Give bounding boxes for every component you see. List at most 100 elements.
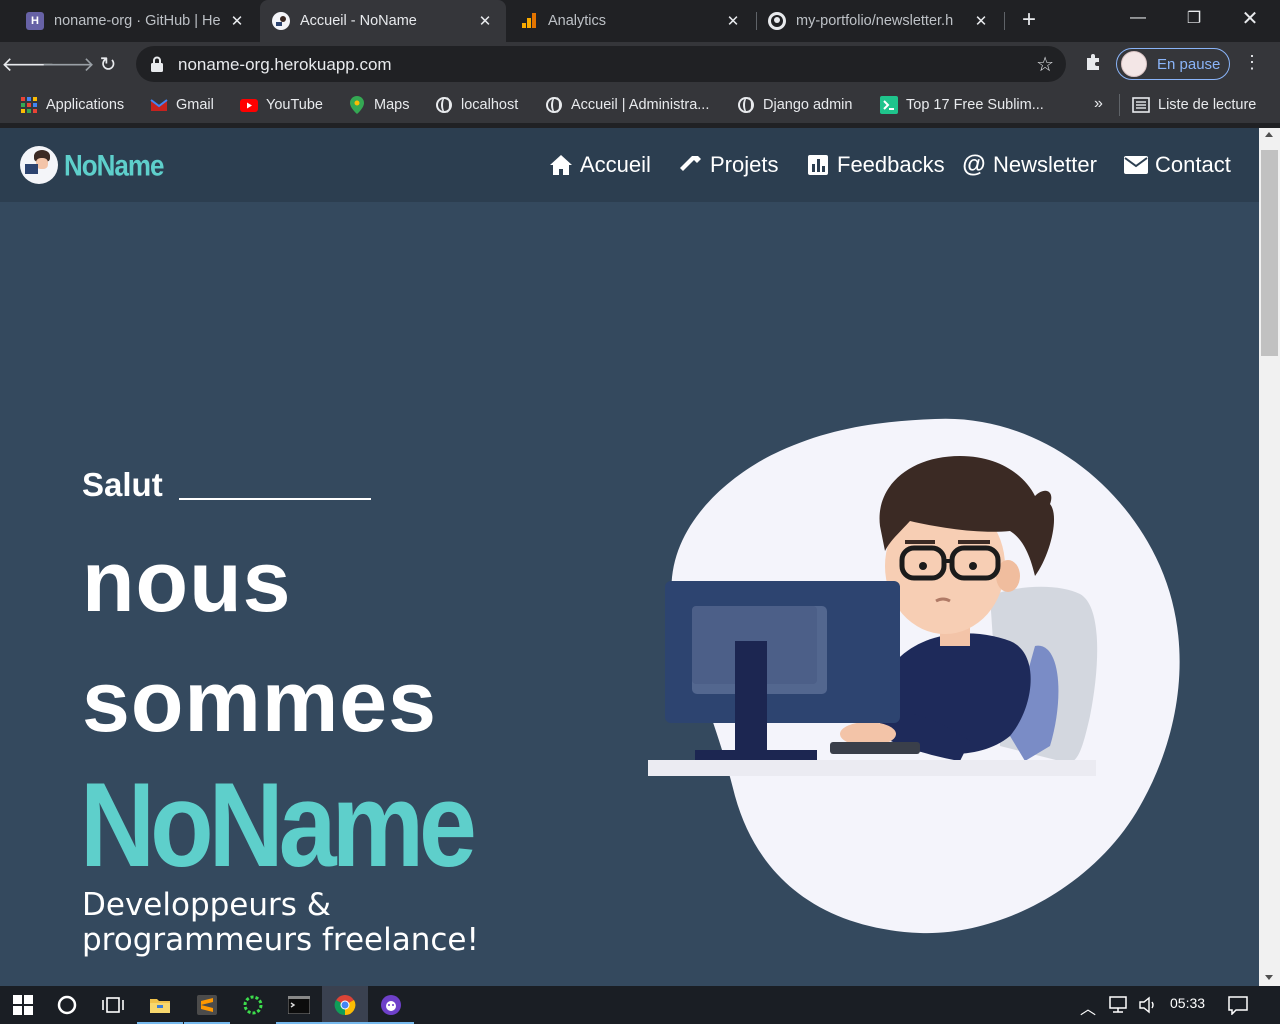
scroll-up-arrow-icon[interactable]	[1265, 132, 1273, 137]
nav-accueil[interactable]: Accueil	[549, 152, 651, 178]
window-close-button[interactable]: ✕	[1222, 0, 1278, 36]
scroll-down-arrow-icon[interactable]	[1265, 975, 1273, 980]
github-icon	[768, 12, 786, 30]
new-tab-button[interactable]: +	[1016, 8, 1042, 34]
heroku-icon: H	[26, 12, 44, 30]
bookmark-youtube[interactable]: YouTube	[240, 94, 323, 116]
taskbar-git-app[interactable]	[368, 986, 414, 1024]
volume-icon[interactable]	[1138, 996, 1158, 1017]
search-button[interactable]	[44, 986, 90, 1024]
bookmark-maps[interactable]: Maps	[348, 94, 409, 116]
reading-list-button[interactable]: Liste de lecture	[1132, 94, 1256, 116]
close-icon[interactable]: ✕	[476, 12, 494, 30]
page-scrollbar[interactable]	[1259, 128, 1280, 986]
bookmark-sublime[interactable]: Top 17 Free Sublim...	[880, 94, 1044, 116]
nav-contact[interactable]: Contact	[1124, 152, 1231, 178]
taskbar-app-spinner[interactable]	[230, 986, 276, 1024]
folder-icon	[150, 999, 170, 1013]
bookmarks-overflow-icon[interactable]: »	[1094, 95, 1103, 113]
clock-time[interactable]: 05:33	[1170, 995, 1205, 1011]
nav-label: Feedbacks	[837, 152, 945, 177]
url-text[interactable]: noname-org.herokuapp.com	[178, 55, 392, 75]
site-navbar: NoName Accueil Projets Feedbacks @ Newsl…	[0, 128, 1259, 202]
sublime-text-icon	[197, 995, 217, 1015]
chrome-icon	[334, 995, 356, 1016]
nav-newsletter[interactable]: @ Newsletter	[962, 151, 1097, 178]
tab-github-newsletter[interactable]: my-portfolio/newsletter.h ✕	[756, 0, 1002, 42]
task-view-button[interactable]	[90, 986, 136, 1024]
kebab-menu-icon[interactable]: ⋮	[1242, 52, 1262, 76]
hero-subtitle: Developpeurs & programmeurs freelance!	[82, 887, 479, 958]
greeting-text: Salut	[82, 466, 163, 503]
bookmark-label: Accueil | Administra...	[571, 97, 710, 113]
minimize-button[interactable]: —	[1110, 0, 1166, 36]
taskbar-chrome[interactable]	[322, 986, 368, 1024]
avatar	[1121, 51, 1147, 77]
address-bar[interactable]: noname-org.herokuapp.com ☆	[136, 46, 1066, 82]
bookmark-applications[interactable]: Applications	[20, 94, 124, 116]
nav-feedbacks[interactable]: Feedbacks	[806, 152, 945, 178]
bookmark-label: Django admin	[763, 97, 853, 113]
bookmark-label: Maps	[374, 97, 410, 113]
reload-button[interactable]: ↻	[94, 50, 122, 78]
bookmark-label: localhost	[461, 97, 519, 113]
greeting-underline	[178, 498, 371, 500]
windows-taskbar: ︿ 05:33	[0, 986, 1280, 1024]
tab-separator	[1004, 12, 1005, 30]
close-icon[interactable]: ✕	[724, 12, 742, 30]
reading-list-icon	[1132, 96, 1150, 114]
windows-logo-icon	[13, 995, 33, 1015]
globe-icon	[435, 96, 453, 114]
back-button[interactable]: 🡐	[1, 50, 55, 78]
close-icon[interactable]: ✕	[972, 12, 990, 30]
tab-title: noname-org · GitHub | He	[54, 13, 221, 29]
profile-button[interactable]: En pause	[1116, 48, 1230, 80]
cortana-circle-icon	[57, 995, 77, 1015]
apps-grid-icon	[20, 96, 38, 114]
scroll-thumb[interactable]	[1261, 150, 1278, 356]
tab-strip: H noname-org · GitHub | He ✕ Accueil - N…	[0, 0, 1280, 42]
gmail-icon	[150, 96, 168, 114]
restore-button[interactable]: ❐	[1166, 0, 1222, 36]
at-icon: @	[962, 151, 986, 178]
chart-icon	[806, 153, 830, 177]
bookmark-accueil-admin[interactable]: Accueil | Administra...	[545, 94, 709, 116]
lock-icon	[151, 56, 163, 72]
show-hidden-icons-chevron-icon[interactable]: ︿	[1080, 995, 1096, 1019]
extensions-puzzle-icon[interactable]	[1082, 52, 1106, 76]
tab-analytics[interactable]: Analytics ✕	[508, 0, 754, 42]
bookmark-gmail[interactable]: Gmail	[150, 94, 214, 116]
hero-line-2: sommes	[82, 654, 437, 750]
hero-name: NoName	[80, 759, 477, 893]
nav-label: Accueil	[580, 152, 651, 177]
terminal-window-icon	[288, 996, 310, 1014]
tab-accueil[interactable]: Accueil - NoName ✕	[260, 0, 506, 42]
close-icon[interactable]: ✕	[228, 12, 246, 30]
taskbar-file-explorer[interactable]	[137, 986, 183, 1024]
web-page: NoName Accueil Projets Feedbacks @ Newsl…	[0, 128, 1259, 986]
brand-name: NoName	[64, 147, 164, 182]
start-button[interactable]	[0, 986, 46, 1024]
bookmark-localhost[interactable]: localhost	[435, 94, 518, 116]
network-icon[interactable]	[1108, 996, 1130, 1017]
bookmark-django-admin[interactable]: Django admin	[737, 94, 852, 116]
reading-list-label: Liste de lecture	[1158, 97, 1257, 113]
bookmark-label: Gmail	[176, 97, 214, 113]
notifications-icon[interactable]	[1228, 995, 1248, 1018]
home-icon	[549, 153, 573, 177]
taskbar-sublime-text[interactable]	[184, 986, 230, 1024]
tab-github[interactable]: H noname-org · GitHub | He ✕	[14, 0, 258, 42]
taskbar-terminal[interactable]	[276, 986, 322, 1024]
tab-title: Analytics	[548, 13, 607, 29]
developer-illustration	[648, 418, 1180, 934]
forward-button[interactable]: 🡒	[41, 50, 95, 78]
hero-greeting: Salut	[82, 466, 371, 504]
profile-status-label: En pause	[1157, 55, 1221, 73]
noname-logo-icon	[272, 12, 290, 30]
nav-label: Projets	[710, 152, 779, 177]
nav-label: Contact	[1155, 152, 1231, 177]
site-brand[interactable]: NoName	[20, 146, 164, 184]
github-desktop-icon	[381, 995, 401, 1015]
nav-projets[interactable]: Projets	[679, 152, 778, 178]
bookmark-star-icon[interactable]: ☆	[1036, 52, 1054, 77]
